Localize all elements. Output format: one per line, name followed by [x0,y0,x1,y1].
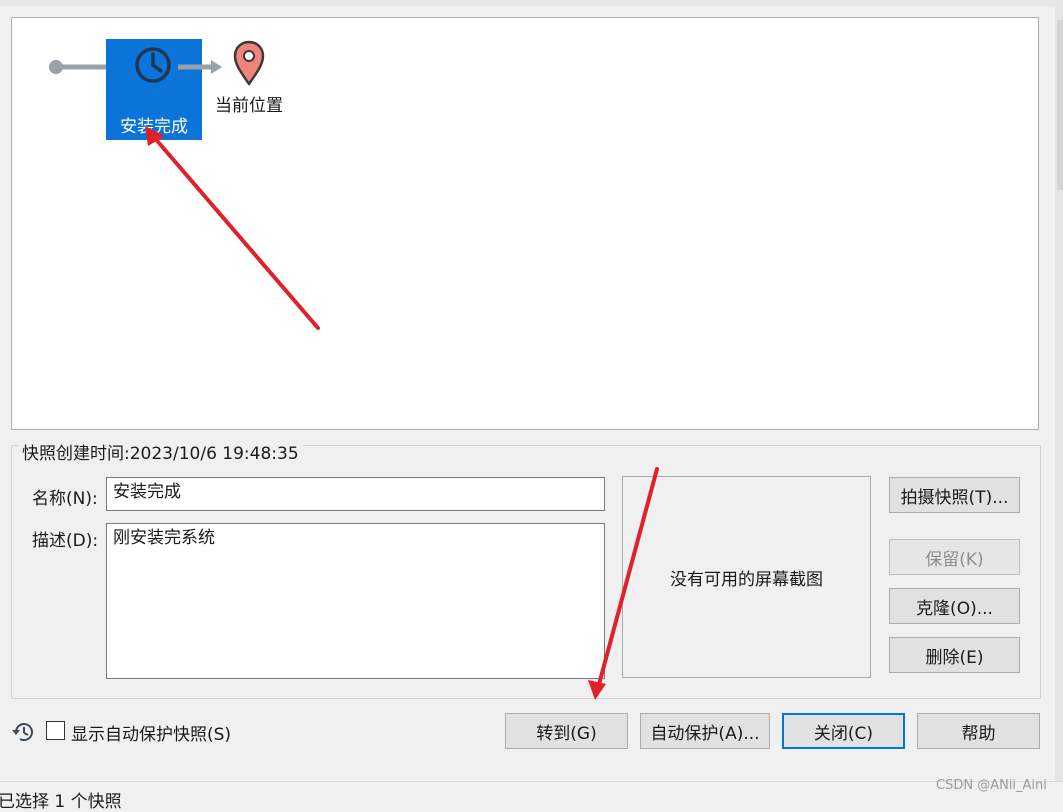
name-input[interactable]: 安装完成 [106,477,605,511]
autoprotect-button[interactable]: 自动保护(A)... [640,713,770,749]
scrollbar[interactable] [1055,0,1063,802]
history-icon[interactable] [11,721,35,743]
close-button[interactable]: 关闭(C) [782,713,905,749]
tree-arrowhead-2 [211,60,222,74]
keep-button[interactable]: 保留(K) [889,539,1020,575]
clone-button[interactable]: 克隆(O)... [889,588,1020,624]
show-autoprotect-label[interactable]: 显示自动保护快照(S) [71,720,231,745]
snapshot-created-time: 快照创建时间:2023/10/6 19:48:35 [18,444,303,464]
status-bar [0,781,1063,803]
description-textarea[interactable]: 刚安装完系统 [106,523,605,679]
location-pin-icon [233,40,265,86]
no-screenshot-text: 没有可用的屏幕截图 [670,569,823,590]
window-top-edge [0,0,1063,6]
take-snapshot-button[interactable]: 拍摄快照(T)... [889,477,1020,513]
snapshot-tree-current [178,40,265,86]
name-label: 名称(N): [32,489,98,509]
help-button[interactable]: 帮助 [917,713,1040,749]
snapshot-tree-panel[interactable]: 安装完成 当前位置 [11,17,1039,430]
delete-button[interactable]: 删除(E) [889,637,1020,673]
status-text: 已选择 1 个快照 [0,792,122,812]
current-position-label[interactable]: 当前位置 [215,91,283,116]
description-label: 描述(D): [32,531,99,551]
scrollbar-thumb[interactable] [1057,20,1063,190]
screenshot-preview: 没有可用的屏幕截图 [622,476,871,678]
goto-button[interactable]: 转到(G) [505,713,628,749]
show-autoprotect-checkbox[interactable] [46,721,65,740]
watermark: CSDN @ANii_Aini [936,778,1047,793]
